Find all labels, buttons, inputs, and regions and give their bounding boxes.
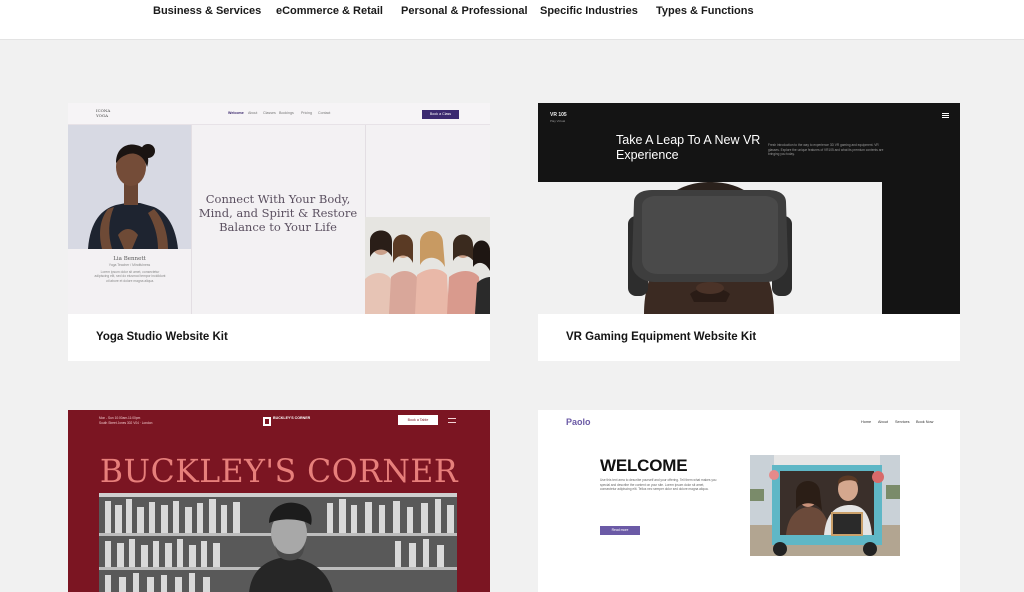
paolo-van-photo	[750, 455, 900, 556]
nav-specific-industries[interactable]: Specific Industries	[540, 5, 638, 17]
yoga-divider	[191, 125, 192, 314]
yoga-nav-link: Welcome	[228, 111, 244, 115]
paolo-nav-link: Home	[861, 420, 872, 424]
paolo-read-more-button: Read more	[600, 526, 640, 535]
vr-logo-sub: Play Virtual	[550, 119, 566, 123]
vr-headline: Take A Leap To A New VR Experience	[616, 133, 761, 162]
yoga-header: ICONA YOGA Welcome About Classes Booking…	[68, 103, 490, 125]
paolo-logo: Paolo	[566, 417, 591, 427]
buckley-title: BUCKLEY'S CORNER	[99, 454, 459, 490]
yoga-logo: ICONA YOGA	[96, 108, 111, 118]
yoga-book-button: Book a Class	[422, 110, 459, 119]
buckley-book-button: Book a Table	[398, 415, 438, 425]
yoga-headline: Connect With Your Body, Mind, and Spirit…	[198, 192, 358, 234]
paolo-nav-link: About	[878, 420, 888, 424]
paolo-thumbnail[interactable]: Paolo Home About Services Book Now WELCO…	[538, 410, 960, 592]
buckley-address: South Street Jones 302 V04 · London	[99, 421, 153, 425]
template-title[interactable]: Yoga Studio Website Kit	[96, 331, 228, 343]
buckley-logo-text: BUCKLEY'S CORNER	[273, 416, 311, 420]
nav-types-functions[interactable]: Types & Functions	[656, 5, 754, 17]
nav-ecommerce-retail[interactable]: eCommerce & Retail	[276, 5, 383, 17]
paolo-paragraph: Use this text area to describe yourself …	[600, 478, 717, 492]
template-card-yoga[interactable]: ICONA YOGA Welcome About Classes Booking…	[68, 103, 490, 361]
buckley-info: Mon - Sun 10:00am-11:00pm South Street J…	[99, 416, 152, 426]
paolo-nav-link: Services	[895, 420, 910, 424]
category-nav: Business & Services eCommerce & Retail P…	[0, 0, 1024, 40]
paolo-headline: WELCOME	[600, 456, 688, 475]
nav-business-services[interactable]: Business & Services	[153, 5, 261, 17]
yoga-nav-link: About	[248, 111, 258, 115]
yoga-nav-link: Bookings	[279, 111, 294, 115]
yoga-nav-link: Classes	[263, 111, 276, 115]
yoga-nav-link: Contact	[318, 111, 331, 115]
vr-headset-photo	[538, 182, 882, 314]
paolo-nav-link: Book Now	[916, 420, 934, 424]
vr-paragraph: Fresh introduction to the way to experie…	[768, 143, 884, 157]
template-title[interactable]: VR Gaming Equipment Website Kit	[566, 331, 756, 343]
yoga-divider	[365, 125, 366, 217]
hamburger-menu-icon	[448, 418, 456, 423]
yoga-instructor-role: Yoga Teacher / Mindfulness	[108, 263, 151, 267]
template-card-buckley[interactable]: Mon - Sun 10:00am-11:00pm South Street J…	[68, 410, 490, 592]
hamburger-menu-icon	[942, 113, 949, 118]
nav-personal-professional[interactable]: Personal & Professional	[401, 5, 528, 17]
buckley-bar-photo	[99, 493, 457, 592]
template-card-vr[interactable]: VR 105 Play Virtual Take A Leap To A New…	[538, 103, 960, 361]
vr-thumbnail[interactable]: VR 105 Play Virtual Take A Leap To A New…	[538, 103, 960, 314]
template-card-paolo[interactable]: Paolo Home About Services Book Now WELCO…	[538, 410, 960, 592]
yoga-nav-link: Pricing	[301, 111, 312, 115]
yoga-instructor-photo	[68, 125, 191, 249]
yoga-group-photo	[365, 217, 490, 314]
vr-logo: VR 105	[550, 112, 567, 118]
buckley-thumbnail[interactable]: Mon - Sun 10:00am-11:00pm South Street J…	[68, 410, 490, 592]
yoga-instructor-name: Lia Bennett	[113, 256, 146, 262]
yoga-thumbnail[interactable]: ICONA YOGA Welcome About Classes Booking…	[68, 103, 490, 314]
yoga-instructor-bio: Lorem ipsum dolor sit amet, consectetur …	[94, 270, 166, 283]
